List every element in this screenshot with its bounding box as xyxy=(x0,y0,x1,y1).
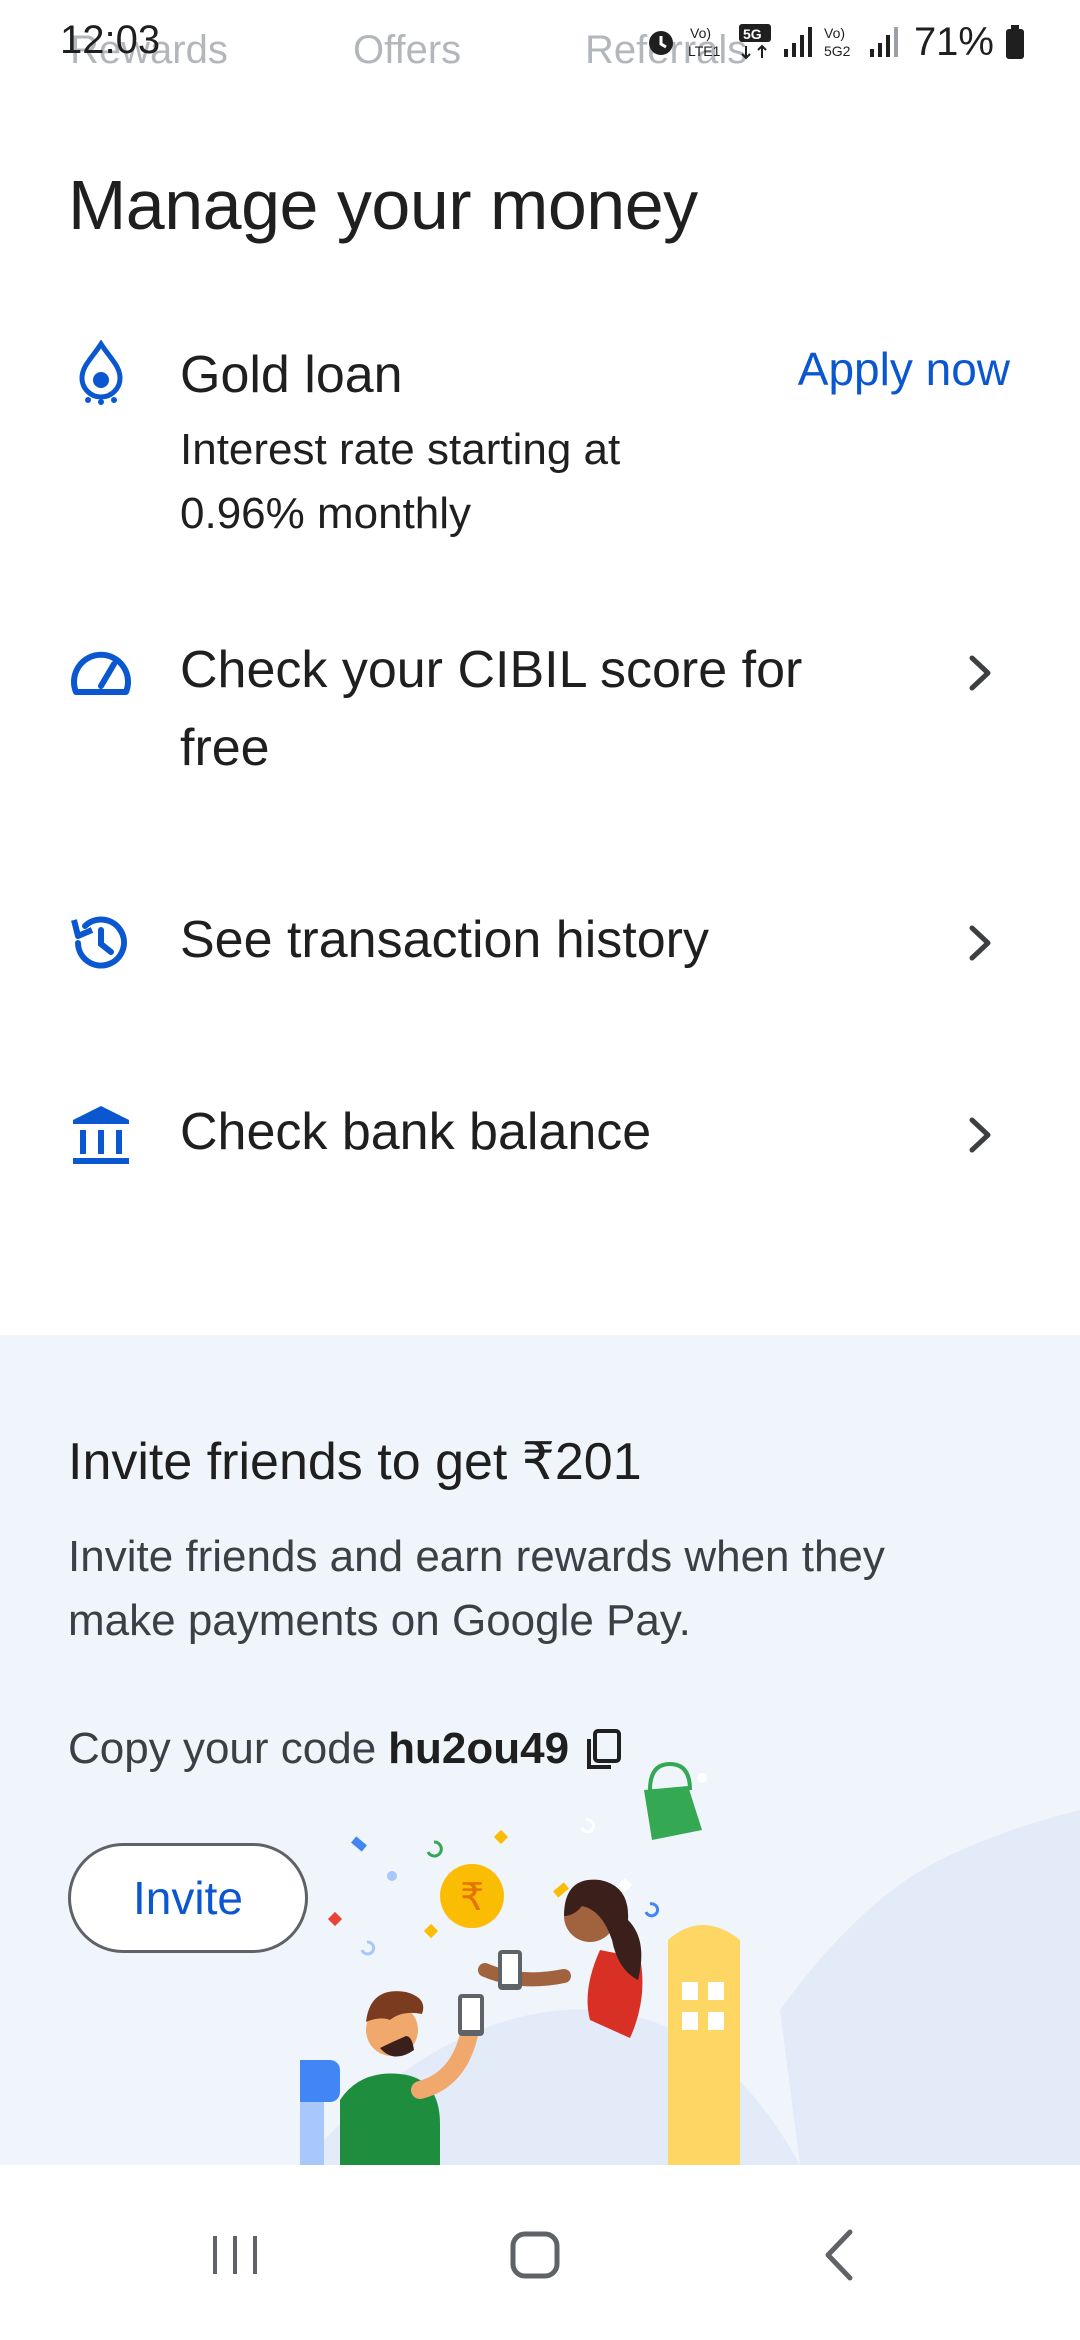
wave-divider xyxy=(0,1338,1080,1368)
home-icon[interactable] xyxy=(495,2220,575,2290)
svg-text:₹: ₹ xyxy=(460,1875,484,1919)
chevron-right-icon xyxy=(969,655,991,691)
status-icons: Vo) LTE1 5G Vo) 5G2 71% xyxy=(644,18,1026,66)
gold-loan-subtitle-1: Interest rate starting at xyxy=(180,425,621,474)
tab-offers[interactable]: Offers xyxy=(353,28,461,73)
status-time: 12:03 xyxy=(60,18,161,62)
5g-badge-icon: 5G xyxy=(738,24,771,60)
speedometer-icon xyxy=(71,651,131,695)
history-label: See transaction history xyxy=(180,911,709,969)
invite-button[interactable]: Invite xyxy=(68,1843,308,1953)
apply-now-link[interactable]: Apply now xyxy=(798,342,1010,396)
gold-loan-title: Gold loan xyxy=(180,346,403,404)
page-title: Manage your money xyxy=(68,166,698,244)
battery-icon xyxy=(1006,25,1024,59)
net1-text: Vo) xyxy=(690,25,711,41)
back-icon[interactable] xyxy=(800,2220,880,2290)
recent-apps-icon[interactable] xyxy=(195,2220,275,2290)
chevron-right-icon xyxy=(969,925,991,961)
lte-signal-label-icon: Vo) LTE1 xyxy=(688,25,721,59)
system-nav-bar xyxy=(0,2165,1080,2340)
net1-text-b: LTE1 xyxy=(688,43,721,59)
svg-text:5G: 5G xyxy=(743,26,762,42)
invite-illustration: ₹ xyxy=(300,1761,1080,2165)
invite-title: Invite friends to get ₹201 xyxy=(68,1433,642,1491)
signal-bars-2-icon xyxy=(869,27,898,57)
bank-balance-label: Check bank balance xyxy=(180,1103,652,1161)
svg-text:5G2: 5G2 xyxy=(824,43,851,59)
bank-icon xyxy=(73,1106,129,1164)
battery-percent: 71% xyxy=(913,19,994,64)
chevron-right-icon xyxy=(969,1117,991,1153)
cibil-line-1: Check your CIBIL score for xyxy=(180,641,803,699)
signal-bars-icon xyxy=(783,27,812,57)
5g2-label-icon: Vo) 5G2 xyxy=(824,25,851,59)
svg-text:Vo): Vo) xyxy=(824,25,845,41)
cibil-line-2: free xyxy=(180,719,270,777)
alarm-icon xyxy=(648,31,673,55)
history-icon xyxy=(71,916,127,969)
gold-loan-subtitle-2: 0.96% monthly xyxy=(180,489,472,538)
invite-description: Invite friends and earn rewards when the… xyxy=(68,1532,885,1645)
gold-drop-icon xyxy=(79,340,123,405)
